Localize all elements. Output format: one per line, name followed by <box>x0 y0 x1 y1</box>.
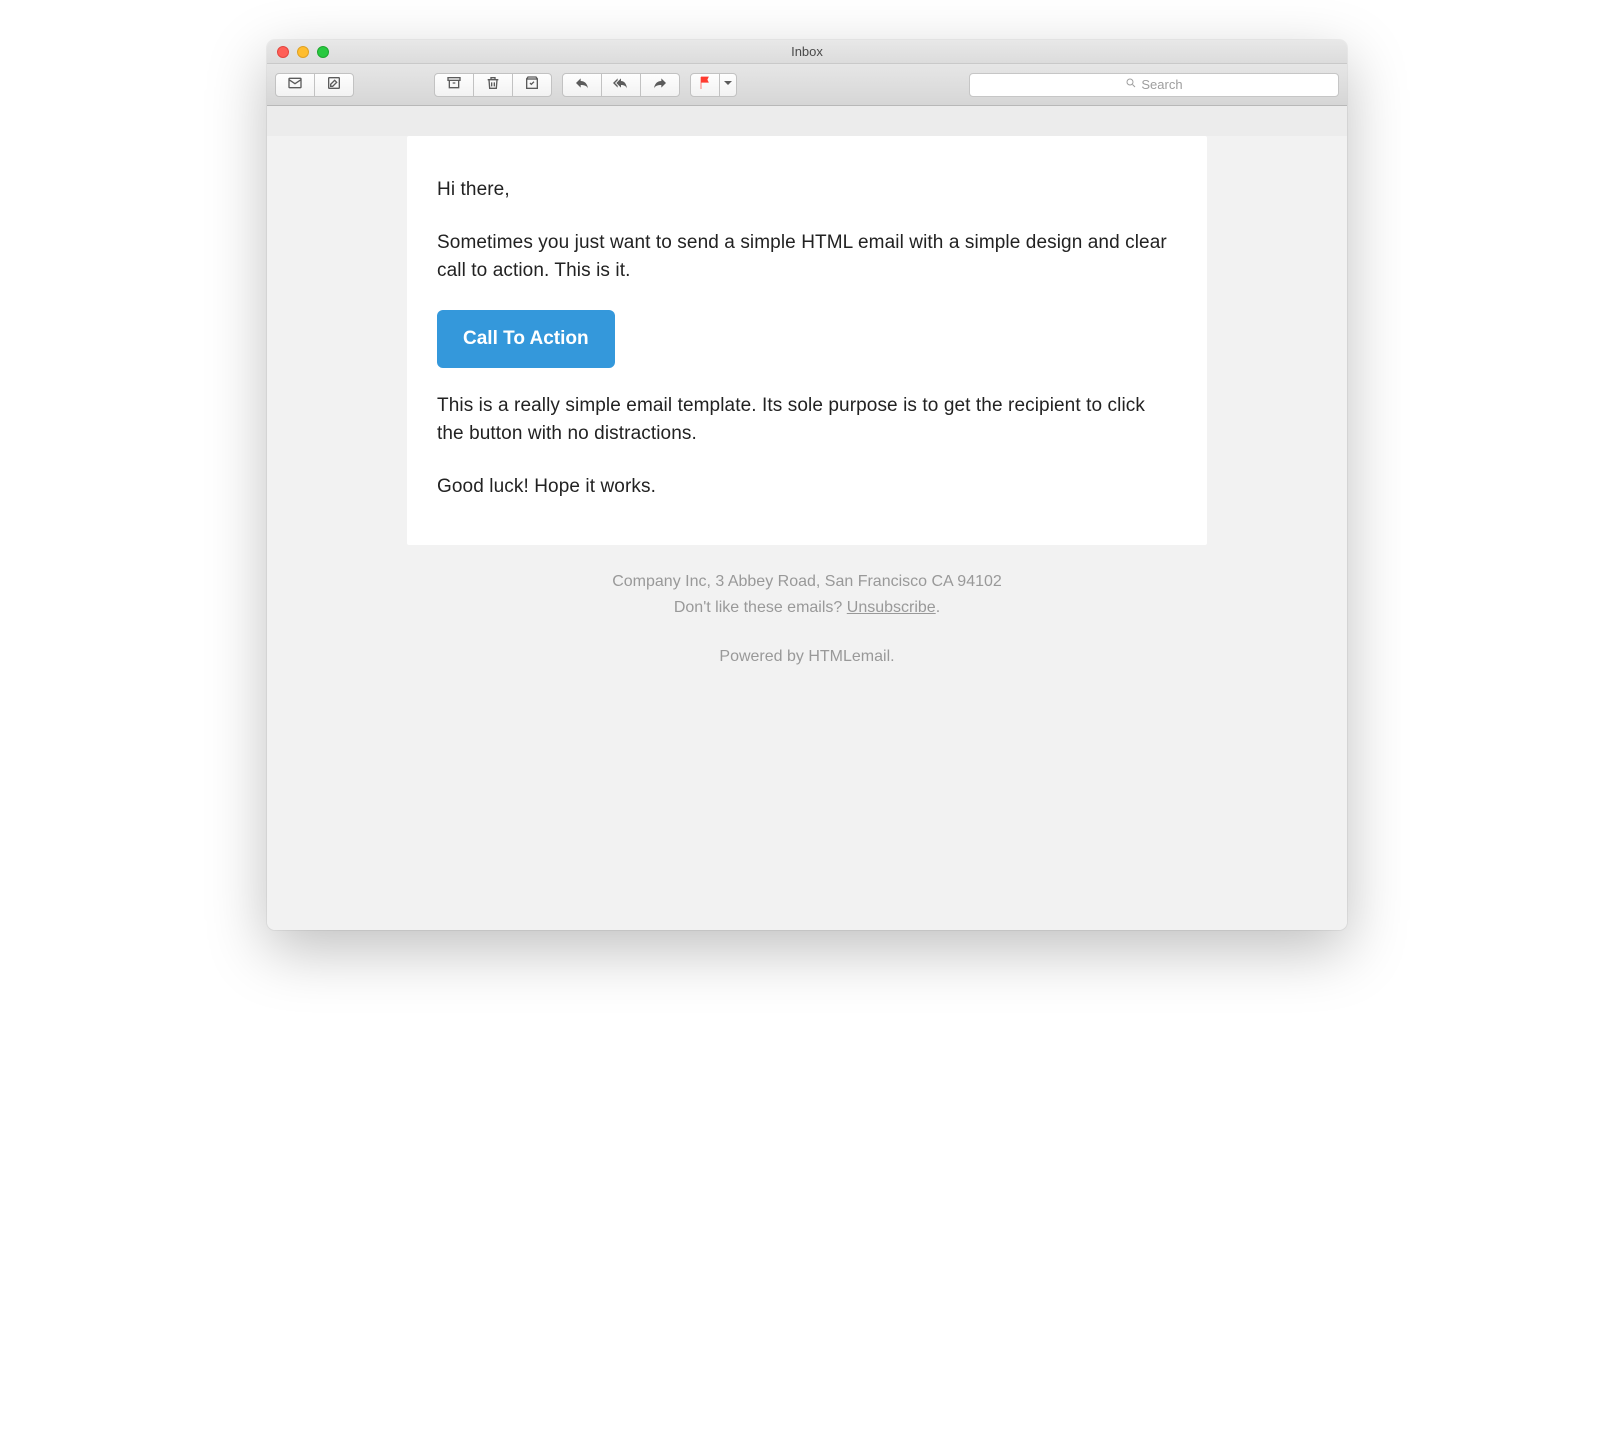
reply-all-icon <box>613 75 629 94</box>
powered-by: Powered by HTMLemail. <box>287 644 1327 670</box>
email-closing: Good luck! Hope it works. <box>437 473 1177 502</box>
reply-button[interactable] <box>562 73 602 97</box>
mail-window: Inbox <box>267 40 1347 930</box>
content-area: Hi there, Sometimes you just want to sen… <box>267 136 1347 930</box>
email-body: Hi there, Sometimes you just want to sen… <box>407 136 1207 545</box>
titlebar: Inbox <box>267 40 1347 64</box>
toolbar: Search <box>267 64 1347 106</box>
junk-button[interactable] <box>512 73 552 97</box>
maximize-window-button[interactable] <box>317 46 329 58</box>
search-icon <box>1125 77 1137 92</box>
compose-icon <box>326 75 342 94</box>
minimize-window-button[interactable] <box>297 46 309 58</box>
flag-button[interactable] <box>690 73 720 97</box>
reply-icon <box>574 75 590 94</box>
compose-button[interactable] <box>314 73 354 97</box>
window-title: Inbox <box>277 44 1337 59</box>
chevron-down-icon <box>720 75 736 94</box>
unsub-suffix: . <box>936 599 940 616</box>
flag-icon <box>697 75 713 94</box>
email-intro: Sometimes you just want to send a simple… <box>437 229 1177 286</box>
trash-icon <box>485 75 501 94</box>
email-body-text: This is a really simple email template. … <box>437 392 1177 449</box>
unsubscribe-link[interactable]: Unsubscribe <box>847 599 936 616</box>
forward-button[interactable] <box>640 73 680 97</box>
unsub-prefix: Don't like these emails? <box>674 599 847 616</box>
forward-icon <box>652 75 668 94</box>
cta-button[interactable]: Call To Action <box>437 310 615 368</box>
reply-all-button[interactable] <box>601 73 641 97</box>
get-mail-button[interactable] <box>275 73 315 97</box>
unsubscribe-line: Don't like these emails? Unsubscribe. <box>287 595 1327 621</box>
email-greeting: Hi there, <box>437 176 1177 205</box>
email-footer: Company Inc, 3 Abbey Road, San Francisco… <box>267 545 1347 670</box>
close-window-button[interactable] <box>277 46 289 58</box>
archive-icon <box>446 75 462 94</box>
search-placeholder: Search <box>1141 77 1182 92</box>
company-address: Company Inc, 3 Abbey Road, San Francisco… <box>287 569 1327 595</box>
envelope-icon <box>287 75 303 94</box>
junk-icon <box>524 75 540 94</box>
flag-menu-button[interactable] <box>719 73 737 97</box>
archive-button[interactable] <box>434 73 474 97</box>
delete-button[interactable] <box>473 73 513 97</box>
search-field[interactable]: Search <box>969 73 1339 97</box>
traffic-lights <box>277 46 329 58</box>
